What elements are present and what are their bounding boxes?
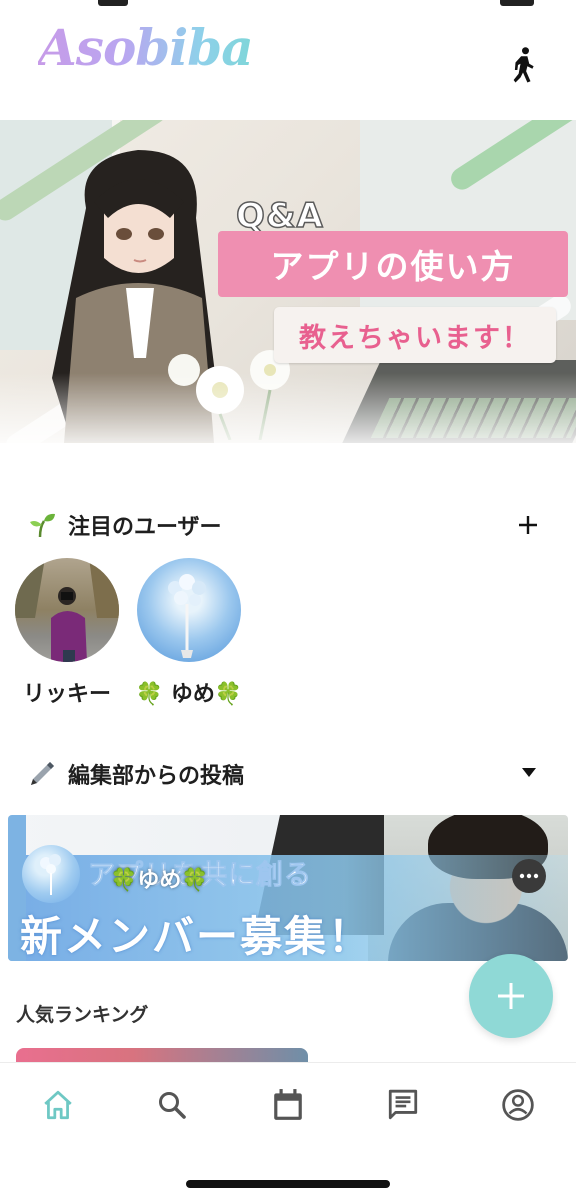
search-icon [159, 1092, 186, 1119]
featured-user-card[interactable]: 🍀 ゆめ🍀 [124, 558, 254, 708]
app-header: Asobiba [0, 0, 576, 118]
banner-qa-label: Q&A [235, 195, 324, 237]
app-logo: Asobiba [38, 18, 254, 77]
calendar-icon [274, 1089, 302, 1120]
banner-title: アプリの使い方 [270, 247, 516, 286]
message-icon [388, 1089, 418, 1120]
featured-users-title: 注目のユーザー [68, 515, 222, 540]
avatar [15, 558, 119, 662]
home-indicator [186, 1180, 390, 1188]
ranking-item-thumbnail[interactable] [16, 1048, 308, 1062]
post-author-avatar[interactable] [22, 845, 80, 903]
banner-title-box: アプリの使い方 [218, 231, 568, 297]
pen-icon [31, 762, 54, 785]
home-icon [44, 1090, 72, 1120]
banner-subtitle-box: 教えちゃいます！ [274, 307, 556, 363]
user-name: リッキー [22, 682, 111, 707]
featured-users-header: 注目のユーザー [28, 505, 548, 545]
create-post-button[interactable] [469, 954, 553, 1038]
caret-down-icon[interactable] [522, 768, 536, 778]
more-horizontal-icon [519, 873, 539, 879]
user-name: 🍀 ゆめ🍀 [135, 682, 243, 707]
account-icon [502, 1089, 534, 1121]
ranking-title: 人気ランキング [16, 1004, 149, 1026]
post-headline: 新メンバー募集！ [20, 912, 373, 961]
editorial-header[interactable]: 編集部からの投稿 [28, 754, 548, 794]
post-author-name: 🍀ゆめ🍀 [110, 868, 209, 893]
walking-person-icon[interactable] [508, 46, 538, 84]
plus-icon[interactable] [516, 513, 540, 537]
plus-icon [498, 983, 524, 1009]
banner-wash [0, 373, 576, 443]
editorial-post-card[interactable]: アプリを共に創る 新メンバー募集！ [8, 815, 568, 961]
more-options-button[interactable] [512, 859, 546, 893]
nav-calendar[interactable] [268, 1085, 308, 1125]
nav-search[interactable] [152, 1085, 192, 1125]
banner-subtitle: 教えちゃいます！ [299, 322, 531, 354]
avatar [137, 558, 241, 662]
featured-user-card[interactable]: リッキー [2, 558, 132, 708]
nav-home[interactable] [38, 1085, 78, 1125]
sprout-icon [30, 513, 55, 538]
nav-messages[interactable] [383, 1085, 423, 1125]
nav-profile[interactable] [498, 1085, 538, 1125]
editorial-title: 編集部からの投稿 [68, 764, 245, 789]
